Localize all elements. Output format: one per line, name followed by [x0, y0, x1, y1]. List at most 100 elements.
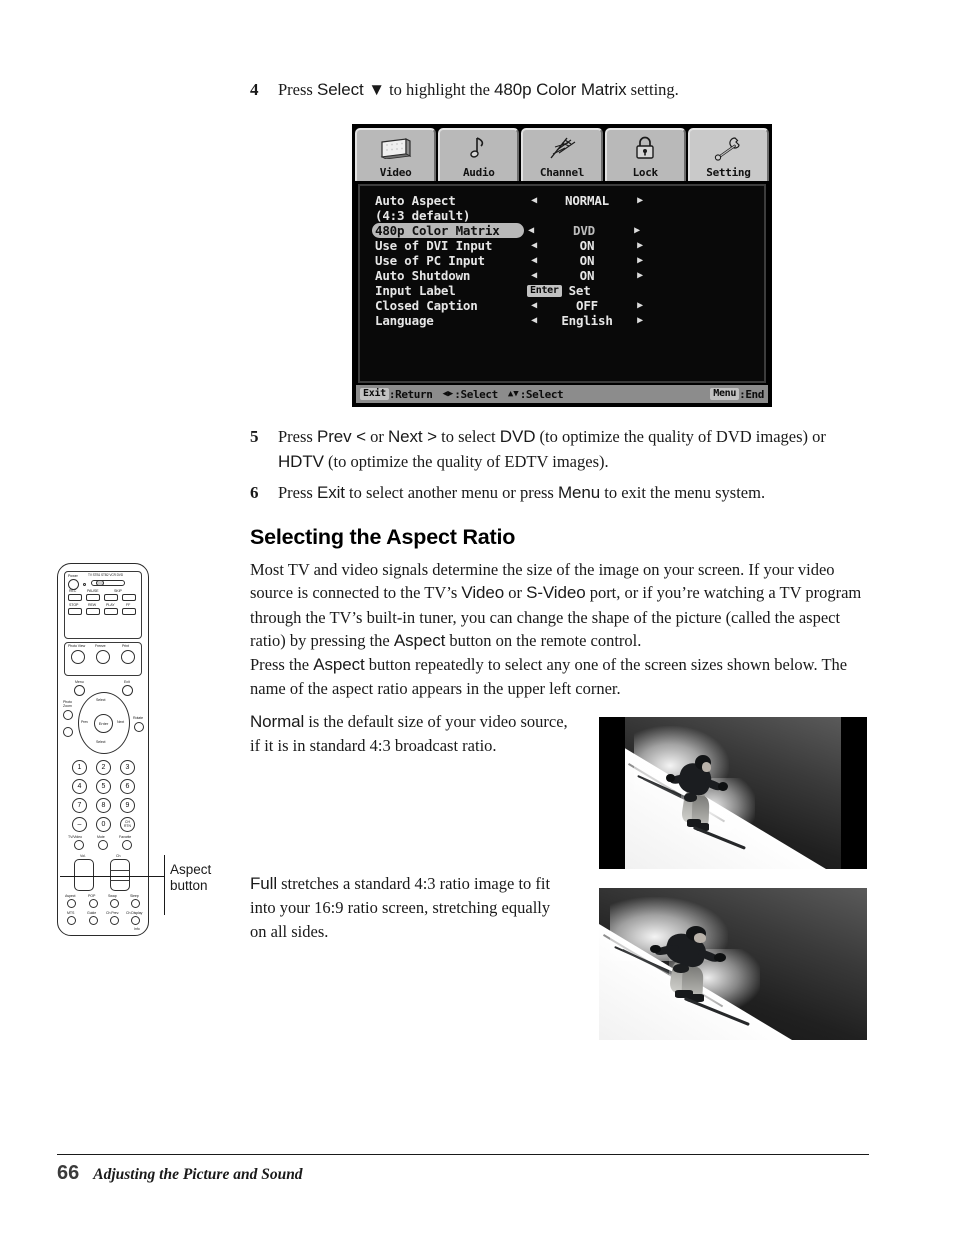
favorite-button[interactable]: [122, 840, 132, 850]
number-button-0[interactable]: 0: [96, 817, 111, 832]
osd-tab-channel-label: Channel: [539, 166, 585, 179]
left-arrow-icon[interactable]: ◀: [527, 195, 541, 206]
osd-row-use-of-pc-input[interactable]: Use of PC Input ◀ ON ▶: [372, 253, 764, 268]
record-button[interactable]: [68, 594, 82, 601]
osd-value-control[interactable]: ◀ English ▶: [527, 313, 647, 328]
remote-label-rew: REW: [88, 603, 97, 607]
second-paragraph: Press the Aspect button repeatedly to se…: [250, 653, 875, 701]
osd-row-language[interactable]: Language ◀ English ▶: [372, 313, 764, 328]
osd-row-value: ON: [579, 253, 595, 268]
left-arrow-icon[interactable]: ◀: [527, 315, 541, 326]
remote-label-zoom: Zoom: [63, 704, 72, 708]
osd-row-input-label[interactable]: Input Label Enter Set: [372, 283, 764, 298]
number-button-1[interactable]: 1: [72, 760, 87, 775]
ski-scene: [625, 717, 841, 869]
ch-return-button[interactable]: CH RTN: [120, 817, 135, 832]
osd-tab-setting[interactable]: Setting: [687, 128, 770, 181]
number-button-5[interactable]: 5: [96, 779, 111, 794]
enter-button[interactable]: Enter: [94, 714, 113, 733]
device-slider-handle[interactable]: [96, 580, 104, 586]
number-button-7[interactable]: 7: [72, 798, 87, 813]
skier-face: [694, 932, 707, 943]
osd-value-control[interactable]: ◀ ON ▶: [527, 253, 647, 268]
aspect-button[interactable]: [67, 899, 76, 908]
skip-forward-button[interactable]: [122, 594, 136, 601]
osd-value-control[interactable]: ◀ OFF ▶: [527, 298, 647, 313]
osd-row-auto-shutdown[interactable]: Auto Shutdown ◀ ON ▶: [372, 268, 764, 283]
osd-value-control[interactable]: ◀ DVD ▶: [524, 223, 644, 238]
step-4-seg-1: Select ▼: [316, 80, 385, 99]
menu-button[interactable]: [74, 685, 85, 696]
ch-prev-button[interactable]: [110, 916, 119, 925]
volume-rocker[interactable]: [74, 859, 94, 891]
osd-row-closed-caption[interactable]: Closed Caption ◀ OFF ▶: [372, 298, 764, 313]
right-arrow-icon[interactable]: ▶: [633, 315, 647, 326]
freeze-button[interactable]: [96, 650, 110, 664]
osd-status-leftright: ◀▶:Select: [442, 388, 498, 401]
osd-status-left: Exit:Return ◀▶:Select ▲▼:Select: [360, 388, 573, 401]
left-arrow-icon[interactable]: ◀: [527, 270, 541, 281]
step-4-seg-2: to highlight the: [384, 80, 495, 99]
left-arrow-icon[interactable]: ◀: [524, 225, 538, 236]
osd-value-control[interactable]: ◀ ON ▶: [527, 238, 647, 253]
osd-tab-lock[interactable]: Lock: [604, 128, 686, 181]
right-arrow-icon[interactable]: ▶: [633, 195, 647, 206]
osd-row-480p-color-matrix[interactable]: 480p Color Matrix ◀ DVD ▶: [372, 223, 764, 238]
print-button[interactable]: [121, 650, 135, 664]
swap-button[interactable]: [110, 899, 119, 908]
stop-button[interactable]: [68, 608, 82, 615]
rewind-button[interactable]: [86, 608, 100, 615]
left-arrow-icon[interactable]: ◀: [527, 300, 541, 311]
number-button-4[interactable]: 4: [72, 779, 87, 794]
rotate-button[interactable]: [134, 722, 144, 732]
exit-button[interactable]: [122, 685, 133, 696]
number-button-2[interactable]: 2: [96, 760, 111, 775]
right-arrow-icon[interactable]: ▶: [633, 255, 647, 266]
osd-tab-audio[interactable]: Audio: [438, 128, 520, 181]
remote-label-rotate: Rotate: [133, 716, 143, 720]
pause-button[interactable]: [86, 594, 100, 601]
osd-tab-channel[interactable]: Channel: [521, 128, 603, 181]
skier-glove-left: [666, 774, 675, 783]
callout-line-1: Aspect: [170, 862, 212, 877]
power-indicator-led: [83, 583, 86, 586]
right-arrow-icon[interactable]: ▶: [633, 300, 647, 311]
osd-value-control[interactable]: ◀ NORMAL ▶: [527, 193, 647, 208]
right-arrow-icon[interactable]: ▶: [633, 270, 647, 281]
number-button-6[interactable]: 6: [120, 779, 135, 794]
mute-button[interactable]: [98, 840, 108, 850]
photo-zoom-in-button[interactable]: [63, 710, 73, 720]
remote-label-exit: Exit: [124, 680, 130, 684]
number-button-3[interactable]: 3: [120, 760, 135, 775]
dash-button[interactable]: –: [72, 817, 87, 832]
music-note-icon: [440, 130, 517, 166]
number-button-8[interactable]: 8: [96, 798, 111, 813]
osd-row-use-of-dvi-input[interactable]: Use of DVI Input ◀ ON ▶: [372, 238, 764, 253]
pop-button[interactable]: [89, 899, 98, 908]
osd-tab-video-label: Video: [379, 166, 412, 179]
number-button-9[interactable]: 9: [120, 798, 135, 813]
callout-leader-line-horizontal: [60, 876, 165, 877]
photo-view-button[interactable]: [71, 650, 85, 664]
photo-zoom-out-button[interactable]: [63, 727, 73, 737]
left-arrow-icon[interactable]: ◀: [527, 240, 541, 251]
remote-label-stop: STOP: [69, 603, 79, 607]
left-arrow-icon[interactable]: ◀: [527, 255, 541, 266]
mts-button[interactable]: [67, 916, 76, 925]
osd-value-control[interactable]: ◀ ON ▶: [527, 268, 647, 283]
osd-row-value: DVD: [573, 223, 595, 238]
skip-back-button[interactable]: [104, 594, 118, 601]
right-arrow-icon[interactable]: ▶: [633, 240, 647, 251]
tv-video-button[interactable]: [74, 840, 84, 850]
osd-tab-lock-label: Lock: [632, 166, 659, 179]
osd-tab-video[interactable]: Video: [355, 128, 437, 181]
play-button[interactable]: [104, 608, 118, 615]
osd-row-auto-aspect[interactable]: Auto Aspect ◀ NORMAL ▶: [372, 193, 764, 208]
right-arrow-icon[interactable]: ▶: [630, 225, 644, 236]
fast-forward-button[interactable]: [122, 608, 136, 615]
guide-button[interactable]: [89, 916, 98, 925]
channel-rocker[interactable]: [110, 859, 130, 891]
osd-value-control[interactable]: Enter Set: [527, 283, 647, 298]
ch-display-button[interactable]: [131, 916, 140, 925]
sleep-button[interactable]: [131, 899, 140, 908]
